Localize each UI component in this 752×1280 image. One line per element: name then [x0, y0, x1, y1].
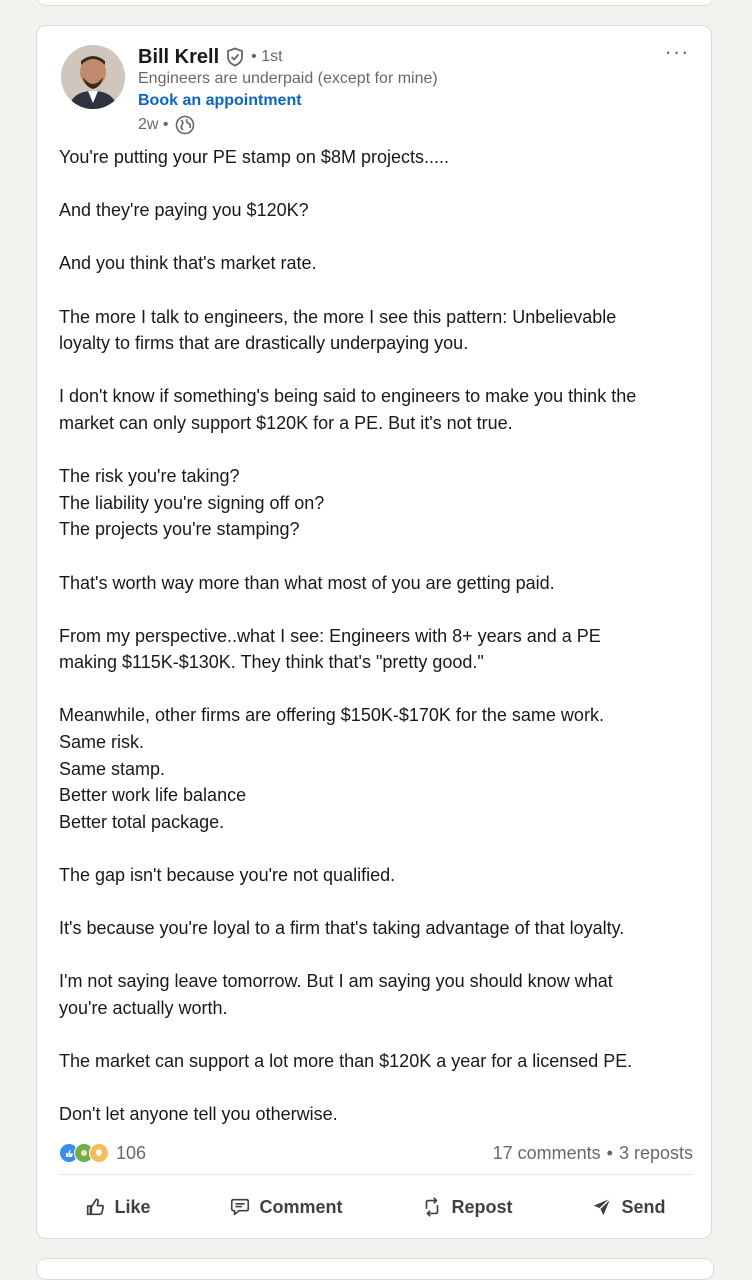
action-bar: Like Comment Repost Send [45, 1184, 705, 1230]
post-text-line: I'm not saying leave tomorrow. But I am … [59, 971, 613, 992]
post-paragraph: The risk you're taking? The liability you… [59, 463, 695, 543]
post-paragraph: Meanwhile, other firms are offering $150… [59, 702, 695, 835]
post-text-line: Same stamp. [59, 758, 166, 779]
like-button[interactable]: Like [70, 1188, 164, 1226]
verified-shield-icon [225, 47, 245, 67]
post-paragraph: You're putting your PE stamp on $8M proj… [59, 144, 695, 171]
insightful-reaction-icon [89, 1143, 109, 1163]
reposts-count-link[interactable]: 3 reposts [619, 1143, 693, 1164]
send-label: Send [621, 1196, 666, 1217]
author-name-row: Bill Krell • 1st [138, 44, 283, 70]
post-paragraph: The gap isn't because you're not qualifi… [59, 862, 695, 889]
send-button[interactable]: Send [577, 1188, 679, 1226]
post-text-line: Don't let anyone tell you otherwise. [59, 1104, 338, 1125]
post-card: Bill Krell • 1st Engineers are underpaid… [36, 25, 712, 1239]
next-post-card [36, 1258, 714, 1280]
social-counts: 106 17 comments • 3 reposts [59, 1140, 693, 1166]
thumbs-up-icon [87, 1198, 105, 1216]
send-icon [594, 1198, 612, 1216]
post-text-line: Better work life balance [59, 785, 247, 806]
action-divider [59, 1174, 693, 1175]
post-text-line: You're putting your PE stamp on $8M proj… [59, 147, 449, 167]
connection-degree: • 1st [251, 48, 283, 65]
repost-icon [426, 1197, 439, 1217]
post-text-line: you're actually worth. [59, 998, 228, 1018]
post-paragraph: I'm not saying leave tomorrow. But I am … [59, 968, 695, 1021]
globe-icon [175, 115, 195, 135]
comments-count-link[interactable]: 17 comments [493, 1143, 601, 1164]
post-paragraph: The more I talk to engineers, the more I… [59, 304, 695, 357]
post-text-line: That's worth way more than what most of … [59, 572, 555, 593]
reactions-summary[interactable]: 106 [59, 1143, 146, 1164]
previous-post-card [36, 0, 714, 6]
post-text-line: I don't know if something's being said t… [59, 386, 637, 407]
post-text-line: The risk you're taking? [59, 466, 240, 487]
comment-icon [231, 1198, 250, 1216]
post-text-line: It's because you're loyal to a firm that… [59, 918, 625, 939]
author-avatar[interactable] [61, 45, 125, 109]
reaction-count: 106 [116, 1142, 147, 1163]
repost-button[interactable]: Repost [407, 1188, 526, 1226]
post-text-line: The gap isn't because you're not qualifi… [59, 865, 396, 886]
more-options-icon[interactable]: ··· [659, 39, 695, 64]
author-name[interactable]: Bill Krell [138, 46, 219, 69]
engagement-counts: 17 comments • 3 reposts [493, 1143, 693, 1164]
post-paragraph: From my perspective..what I see: Enginee… [59, 623, 695, 676]
post-body: You're putting your PE stamp on $8M proj… [59, 144, 695, 1155]
book-appointment-link[interactable]: Book an appointment [138, 92, 302, 110]
post-text-line: The projects you're stamping? [59, 519, 300, 540]
post-paragraph: And they're paying you $120K? [59, 197, 695, 224]
post-time: 2w • [138, 116, 169, 133]
post-text-line: The liability you're signing off on? [59, 492, 325, 513]
post-text-line: From my perspective..what I see: Enginee… [59, 625, 601, 646]
comment-button[interactable]: Comment [215, 1188, 356, 1226]
post-text-line: The more I talk to engineers, the more I… [59, 306, 617, 327]
post-paragraph: And you think that's market rate. [59, 250, 695, 277]
post-text-line: market can only support $120K for a PE. … [59, 412, 513, 433]
post-paragraph: That's worth way more than what most of … [59, 570, 695, 597]
post-text-line: Better total package. [59, 811, 225, 832]
post-text-line: Same risk. [59, 732, 145, 753]
post-text-line: The market can support a lot more than $… [59, 1051, 633, 1072]
post-meta: 2w • [138, 114, 195, 136]
author-headline: Engineers are underpaid (except for mine… [138, 70, 438, 87]
post-paragraph: I don't know if something's being said t… [59, 383, 695, 436]
post-paragraph: Don't let anyone tell you otherwise. [59, 1101, 695, 1128]
post-paragraph: The market can support a lot more than $… [59, 1048, 695, 1075]
repost-label: Repost [451, 1196, 513, 1217]
post-paragraph: It's because you're loyal to a firm that… [59, 915, 695, 942]
post-text-line: And you think that's market rate. [59, 253, 317, 274]
post-text-line: And they're paying you $120K? [59, 200, 309, 221]
comment-label: Comment [259, 1196, 343, 1217]
post-text-line: loyalty to firms that are drastically un… [59, 333, 469, 354]
counts-separator: • [606, 1142, 613, 1163]
like-label: Like [114, 1196, 151, 1217]
post-text-line: Meanwhile, other firms are offering $150… [59, 705, 604, 726]
post-text-line: making $115K-$130K. They think that's "p… [59, 652, 484, 673]
reaction-icons [59, 1143, 109, 1163]
